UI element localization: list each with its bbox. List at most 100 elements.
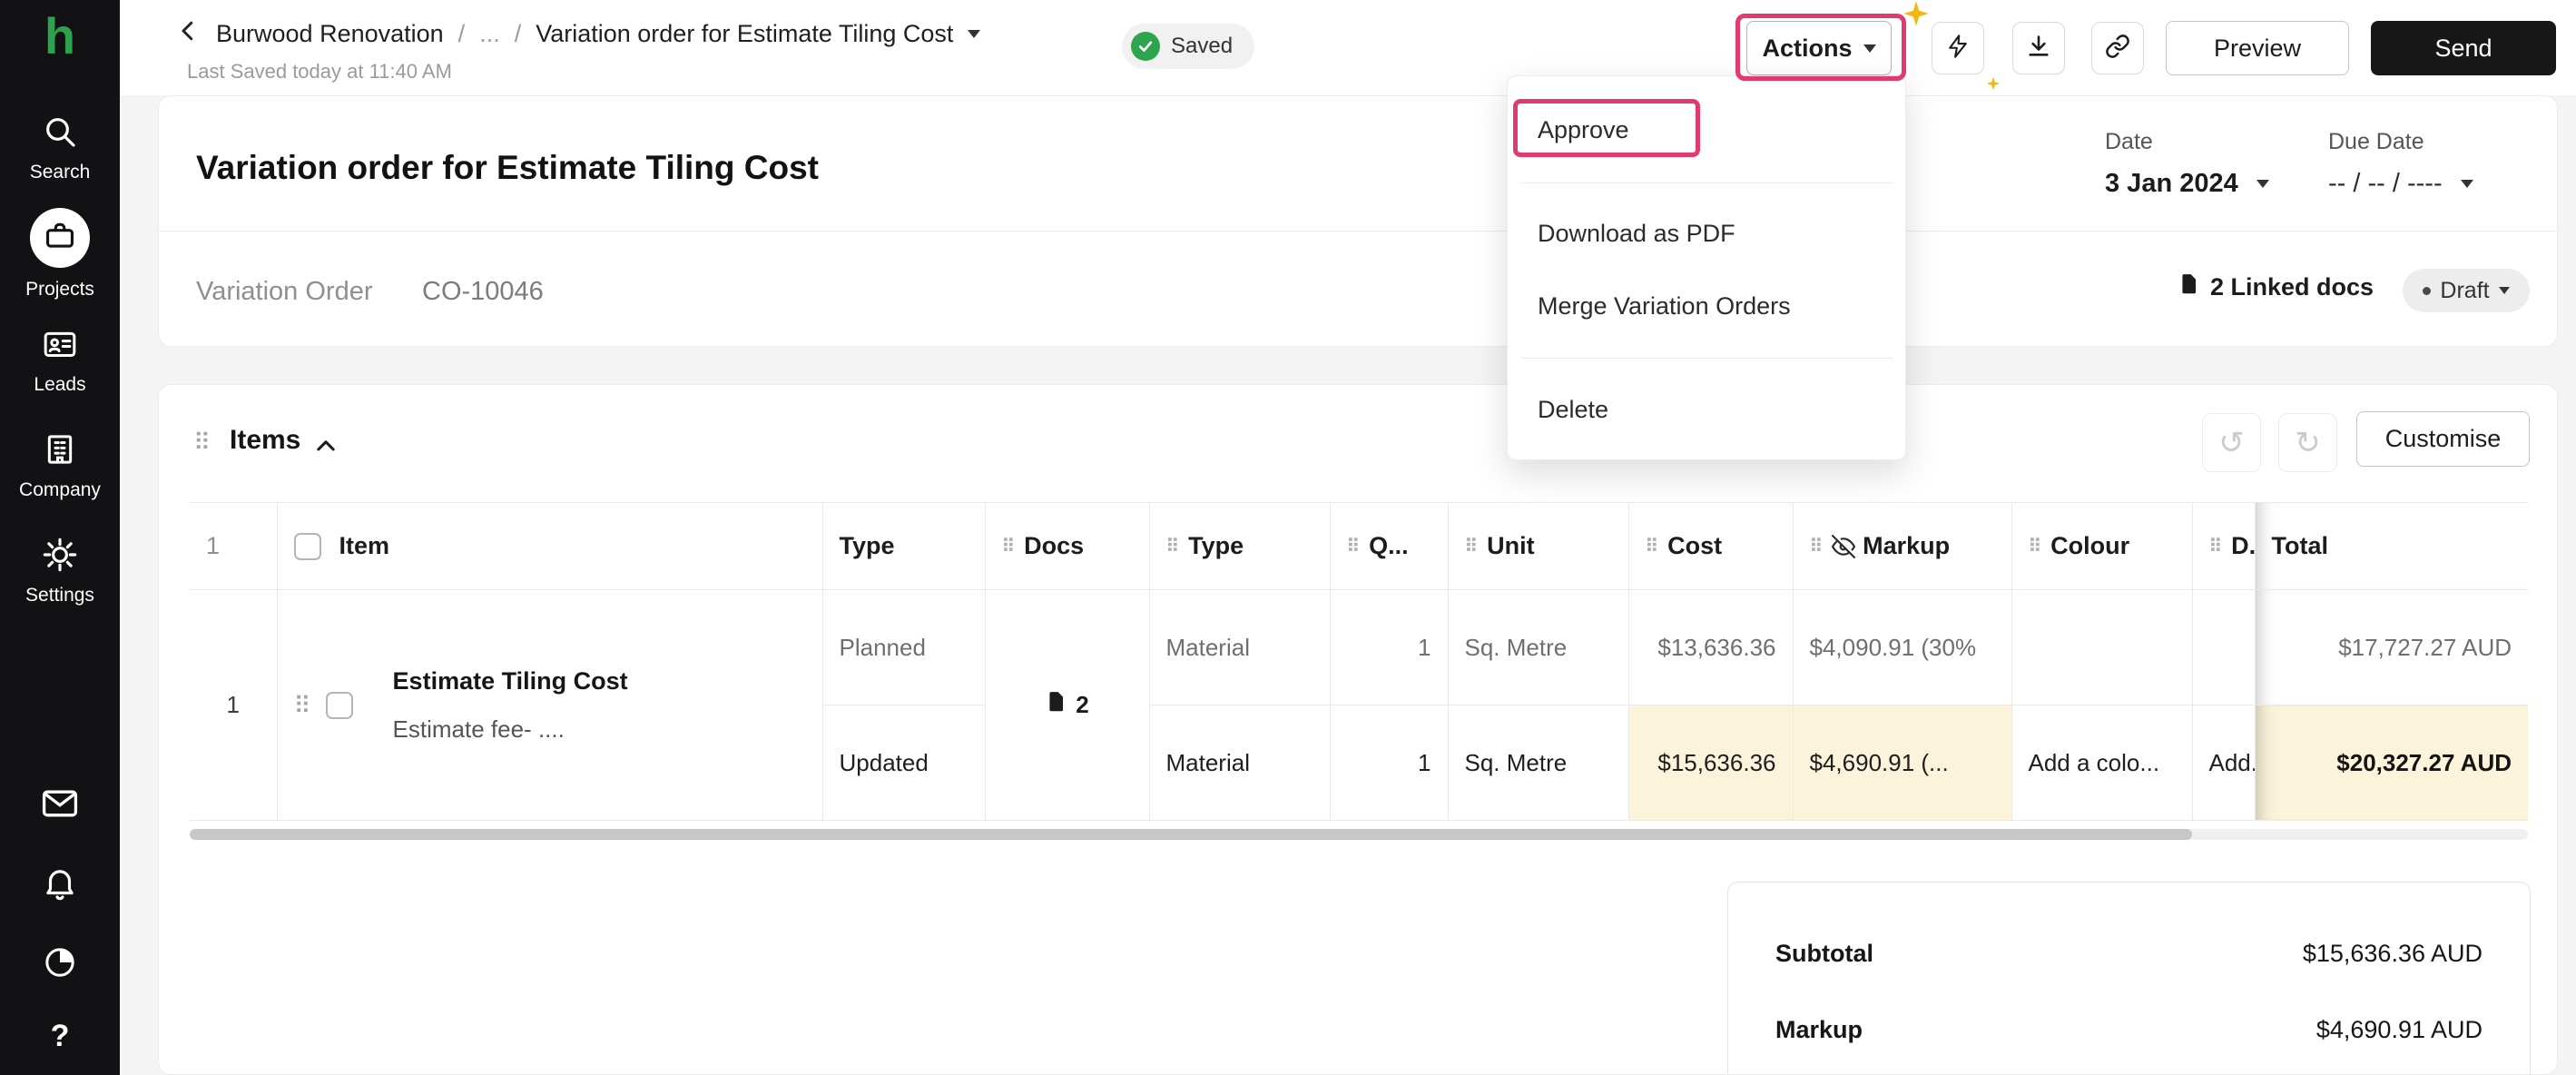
sidebar-item-label: Company (19, 479, 101, 500)
item-cell: ⠿ Estimate Tiling Cost Estimate fee- ...… (277, 589, 823, 821)
help-icon: ? (50, 1019, 70, 1053)
cell-cost-planned[interactable]: $13,636.36 (1628, 589, 1794, 705)
projects-active-circle (30, 208, 90, 268)
leads-icon (41, 325, 79, 363)
header-unit-label: Unit (1487, 532, 1535, 559)
redo-button[interactable]: ↻ (2278, 413, 2337, 472)
chevron-down-icon (2256, 180, 2269, 188)
summary-row-subtotal: Subtotal $15,636.36 AUD (1775, 915, 2483, 991)
header-discount-label: D... (2231, 532, 2255, 559)
linked-docs-button[interactable]: 2 Linked docs (2178, 272, 2374, 302)
sidebar-mail-button[interactable] (0, 784, 120, 828)
chevron-down-icon (2498, 287, 2510, 294)
cell-markup-updated[interactable]: $4,690.91 (... (1793, 705, 2012, 821)
chevron-up-icon[interactable] (313, 434, 339, 464)
cell-unit-updated[interactable]: Sq. Metre (1448, 705, 1629, 821)
drag-handle-icon[interactable]: ⠿ (1810, 538, 1824, 556)
cell-qty-updated[interactable]: 1 (1330, 705, 1449, 821)
undo-button[interactable]: ↺ (2202, 413, 2261, 472)
cell-discount-planned[interactable] (2192, 589, 2256, 705)
preview-button-label: Preview (2213, 34, 2302, 62)
check-circle-icon (1131, 32, 1160, 61)
back-icon[interactable] (174, 17, 202, 51)
row-checkbox[interactable] (325, 691, 353, 719)
sidebar-item-settings[interactable]: Settings (0, 536, 120, 607)
lightning-icon (1945, 34, 1971, 64)
drag-handle-icon[interactable]: ⠿ (193, 430, 211, 454)
app-logo[interactable]: h (0, 7, 120, 65)
sidebar-item-company[interactable]: Company (0, 430, 120, 501)
menu-item-download-pdf[interactable]: Download as PDF (1538, 220, 1735, 248)
cell-markup-planned[interactable]: $4,090.91 (30% (1793, 589, 2012, 705)
header-colour[interactable]: ⠿ Colour (2011, 502, 2193, 590)
header-item: Item (277, 502, 823, 590)
items-section-title: Items (230, 425, 301, 455)
header-qty[interactable]: ⠿ Q... (1330, 502, 1449, 590)
search-icon (41, 113, 79, 151)
drag-handle-icon[interactable]: ⠿ (1347, 538, 1361, 556)
send-button-label: Send (2434, 34, 2492, 62)
horizontal-scrollbar-thumb[interactable] (190, 829, 2192, 840)
breadcrumb-ellipsis[interactable]: ... (479, 20, 500, 48)
date-picker[interactable]: 3 Jan 2024 (2105, 169, 2269, 199)
cell-material-planned[interactable]: Material (1149, 589, 1331, 705)
cell-discount-updated[interactable]: Add... (2192, 705, 2256, 821)
undo-icon: ↺ (2218, 425, 2245, 460)
sidebar-item-search[interactable]: Search (0, 113, 120, 183)
header-docs[interactable]: ⠿ Docs (985, 502, 1150, 590)
header-unit[interactable]: ⠿ Unit (1448, 502, 1629, 590)
drag-handle-icon[interactable]: ⠿ (2209, 538, 2223, 556)
due-date-value: -- / -- / ---- (2328, 169, 2443, 198)
due-date-picker[interactable]: -- / -- / ---- (2328, 169, 2473, 199)
cell-docs[interactable]: 2 (985, 589, 1150, 821)
cell-type-planned[interactable]: Planned (822, 589, 986, 705)
menu-item-delete[interactable]: Delete (1538, 396, 1608, 424)
sidebar-notifications-button[interactable] (0, 864, 120, 907)
drag-handle-icon[interactable]: ⠿ (1646, 538, 1659, 556)
status-badge[interactable]: Draft (2403, 269, 2530, 312)
menu-item-merge[interactable]: Merge Variation Orders (1538, 292, 1791, 321)
breadcrumb-separator: / (514, 19, 522, 47)
cell-colour-updated[interactable]: Add a colo... (2011, 705, 2193, 821)
breadcrumb-project[interactable]: Burwood Renovation (216, 20, 444, 48)
cell-cost-updated[interactable]: $15,636.36 (1628, 705, 1794, 821)
drag-handle-icon[interactable]: ⠿ (294, 694, 311, 717)
send-button[interactable]: Send (2371, 21, 2556, 75)
quick-actions-button[interactable] (1932, 22, 1984, 74)
cell-material-updated[interactable]: Material (1149, 705, 1331, 821)
download-button[interactable] (2012, 22, 2065, 74)
sidebar-item-label: Search (29, 162, 91, 182)
header-markup[interactable]: ⠿ Markup (1793, 502, 2012, 590)
cell-type-updated[interactable]: Updated (822, 705, 986, 821)
item-title[interactable]: Estimate Tiling Cost (393, 667, 628, 695)
header-type2[interactable]: ⠿ Type (1149, 502, 1331, 590)
chevron-down-icon[interactable] (968, 29, 981, 38)
sidebar-item-leads[interactable]: Leads (0, 325, 120, 396)
header-cost[interactable]: ⠿ Cost (1628, 502, 1794, 590)
summary-row-markup: Markup $4,690.91 AUD (1775, 991, 2483, 1068)
drag-handle-icon[interactable]: ⠿ (1465, 538, 1479, 556)
customise-button-label: Customise (2384, 425, 2502, 452)
item-subtitle[interactable]: Estimate fee- .... (393, 715, 628, 744)
sidebar-item-label: Leads (34, 374, 86, 395)
sidebar-help-button[interactable]: ? (0, 1019, 120, 1054)
preview-button[interactable]: Preview (2166, 21, 2349, 75)
sidebar-item-projects[interactable]: Projects (0, 208, 120, 301)
drag-handle-icon[interactable]: ⠿ (2029, 538, 2042, 556)
sidebar-usage-button[interactable] (0, 944, 120, 985)
drag-handle-icon[interactable]: ⠿ (1166, 538, 1180, 556)
select-all-checkbox[interactable] (293, 532, 321, 560)
breadcrumb-current[interactable]: Variation order for Estimate Tiling Cost (536, 20, 953, 48)
saved-badge: Saved (1122, 24, 1255, 69)
cell-unit-planned[interactable]: Sq. Metre (1448, 589, 1629, 705)
cell-qty-planned[interactable]: 1 (1330, 589, 1449, 705)
drag-handle-icon[interactable]: ⠿ (1002, 538, 1016, 556)
customise-button[interactable]: Customise (2356, 411, 2530, 467)
header-total: Total (2255, 502, 2528, 590)
cell-colour-planned[interactable] (2011, 589, 2193, 705)
divider (1522, 182, 1893, 183)
markup-label: Markup (1775, 1015, 1863, 1043)
due-date-label: Due Date (2328, 129, 2424, 154)
header-discount[interactable]: ⠿ D... (2192, 502, 2256, 590)
copy-link-button[interactable] (2091, 22, 2144, 74)
